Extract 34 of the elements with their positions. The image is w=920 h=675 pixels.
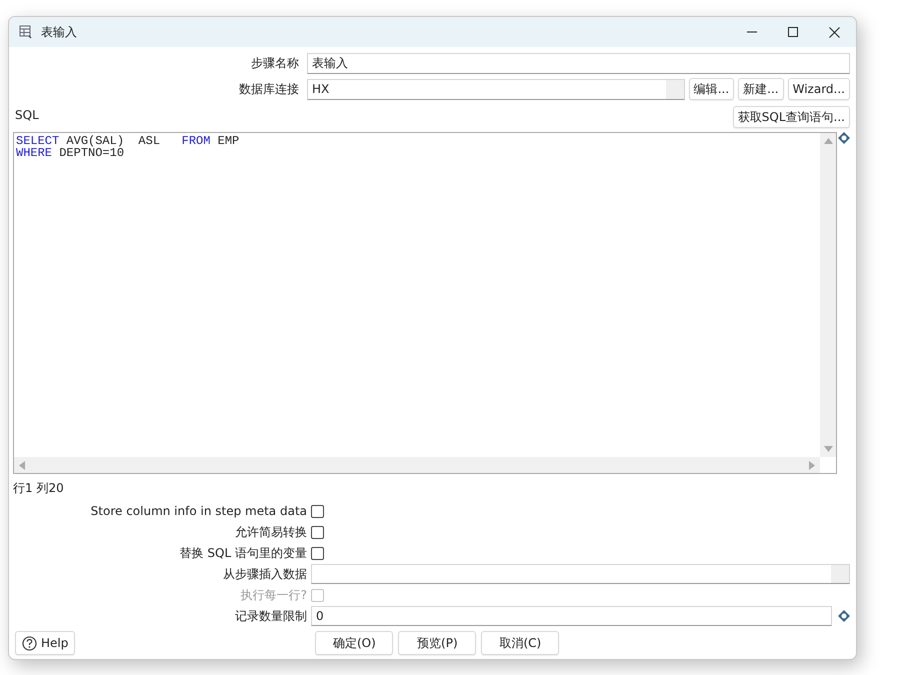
dialog-button[interactable]: 预览(P) bbox=[398, 631, 476, 655]
sql-label: SQL bbox=[15, 108, 39, 122]
field-label: 步骤名称 bbox=[250, 54, 300, 72]
field-label: 数据库连接 bbox=[238, 80, 300, 98]
code-line: SELECT AVG(SAL) ASL FROM EMP bbox=[16, 135, 240, 147]
code-line: WHERE DEPTNO=10 bbox=[16, 147, 124, 159]
input-field[interactable]: 0 bbox=[311, 606, 832, 626]
checkbox[interactable] bbox=[311, 546, 324, 560]
table-icon bbox=[19, 25, 33, 39]
dialog-button[interactable]: 确定(O) bbox=[315, 631, 394, 655]
dialog-button[interactable]: 取消(C) bbox=[481, 631, 560, 655]
dialog-button[interactable]: 编辑... bbox=[688, 78, 734, 100]
input-field[interactable]: 表输入 bbox=[307, 52, 850, 74]
option-label: 从步骤插入数据 bbox=[222, 566, 307, 582]
dropdown-field[interactable] bbox=[311, 564, 850, 584]
get-sql-button[interactable]: 获取SQL查询语句... bbox=[732, 106, 850, 128]
close-icon[interactable] bbox=[829, 26, 840, 38]
variable-icon bbox=[838, 132, 850, 144]
window-title: 表输入 bbox=[41, 24, 77, 40]
option-label: 执行每一行? bbox=[240, 586, 307, 604]
dialog-button[interactable]: Wizard... bbox=[788, 78, 850, 100]
option-label: 允许简易转换 bbox=[234, 524, 307, 540]
dialog-button[interactable]: 新建... bbox=[738, 78, 784, 100]
checkbox[interactable] bbox=[311, 526, 324, 538]
help-button[interactable]: Help bbox=[15, 631, 76, 655]
cursor-position: 行1 列20 bbox=[13, 480, 65, 497]
dropdown-field[interactable]: HX bbox=[307, 78, 685, 100]
help-icon bbox=[22, 636, 37, 650]
option-label: 记录数量限制 bbox=[234, 608, 307, 624]
variable-icon bbox=[838, 610, 850, 622]
maximize-icon[interactable] bbox=[788, 27, 798, 37]
checkbox[interactable] bbox=[311, 504, 324, 518]
option-label: Store column info in step meta data bbox=[90, 504, 307, 518]
option-label: 替换 SQL 语句里的变量 bbox=[178, 544, 307, 562]
